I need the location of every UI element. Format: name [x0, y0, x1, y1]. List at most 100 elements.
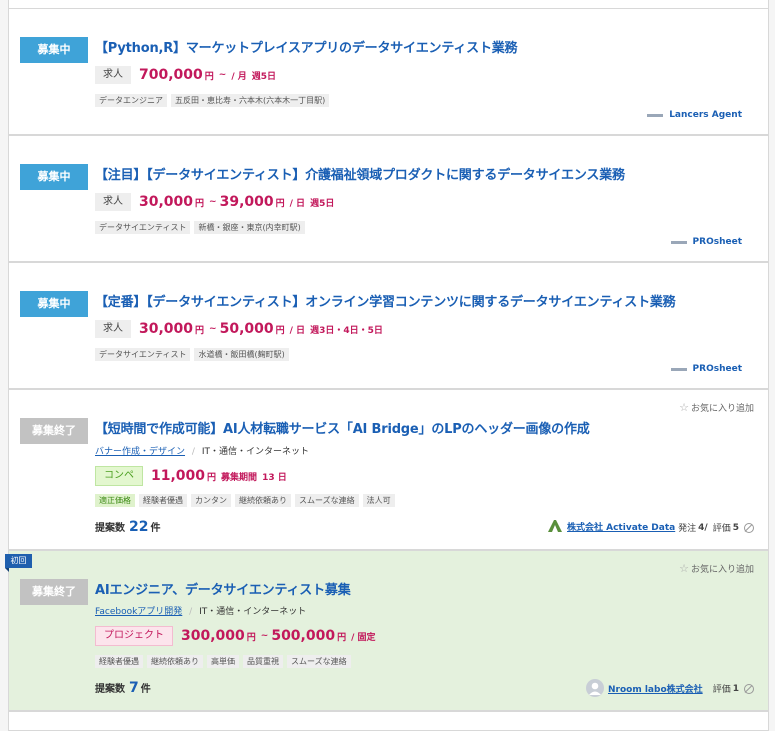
rating-label: 評価: [712, 524, 731, 534]
work-frequency: 週3日・4日・5日: [310, 325, 383, 336]
first-time-badge: 初回: [5, 554, 32, 572]
status-badge: 募集中: [20, 291, 88, 317]
tag: データサイエンティスト: [95, 348, 191, 361]
proposal-unit: 件: [140, 684, 151, 695]
client-name: PROsheet: [692, 237, 742, 247]
tag: スムーズな連絡: [295, 494, 359, 507]
client-name: PROsheet: [692, 364, 742, 374]
price-unit: 円: [246, 632, 256, 643]
job-card[interactable]: 募集中 【定番】【データサイエンティスト】オンライン学習コンテンツに関するデータ…: [8, 262, 769, 389]
price-unit: 円: [195, 198, 205, 209]
price-min: 11,000: [151, 468, 206, 484]
price-min: 300,000: [181, 628, 245, 644]
job-title-link[interactable]: 【Python,R】マーケットプレイスアプリのデータサイエンティスト業務: [95, 37, 518, 56]
period-label: 募集期間: [221, 472, 258, 483]
orders-label: 発注: [678, 524, 697, 534]
client-logo-icon: [670, 240, 687, 244]
category-link[interactable]: Facebookアプリ開発: [95, 607, 182, 617]
price-unit: 円: [204, 71, 214, 82]
rating-value: 5: [732, 522, 739, 533]
price-row: プロジェクト 300,000 円 ~ 500,000 円 / 固定: [95, 626, 379, 646]
rating-value: 1: [732, 683, 739, 694]
price-min: 700,000: [139, 67, 203, 83]
status-badge: 募集終了: [20, 579, 88, 605]
favorite-label: お気に入り追加: [690, 565, 754, 575]
company-logo-icon: [548, 520, 562, 532]
price-row: コンペ 11,000 円 募集期間 13 日: [95, 466, 290, 486]
price-type-badge: 求人: [95, 193, 131, 211]
tag: 法人可: [362, 494, 395, 507]
status-badge: 募集中: [20, 37, 88, 63]
price-min: 30,000: [139, 194, 194, 210]
client-name: Lancers Agent: [669, 110, 742, 120]
proposal-count: 提案数 22 件: [95, 519, 160, 535]
price-max: 50,000: [219, 321, 274, 337]
avatar-icon: [586, 679, 604, 697]
star-icon: ☆: [679, 401, 689, 414]
job-card[interactable]: ☆ お気に入り追加 募集終了 AIエンジニア、データサイエンティスト募集 Face…: [8, 550, 769, 711]
job-title-link[interactable]: 【定番】【データサイエンティスト】オンライン学習コンテンツに関するデータサイエン…: [95, 291, 676, 310]
job-card[interactable]: ☆ お気に入り追加 募集終了 【短時間で作成可能】AI人材転職サービス「AI Br…: [8, 389, 769, 550]
industry-label: IT・通信・インターネット: [201, 447, 309, 457]
proposal-unit: 件: [150, 523, 161, 534]
period-value: 13 日: [262, 472, 287, 483]
client-stats: 評価 1: [713, 682, 754, 695]
company-name-link[interactable]: 株式会社 Activate Data: [567, 520, 675, 533]
orders-count: 4/: [698, 522, 708, 533]
category-link[interactable]: バナー作成・デザイン: [95, 447, 185, 457]
company-name-link[interactable]: Nroom labo株式会社: [608, 682, 703, 695]
tag: 経験者優遇: [95, 655, 143, 668]
block-icon[interactable]: [744, 683, 754, 694]
tag: 継続依頼あり: [235, 494, 291, 507]
block-icon[interactable]: [744, 522, 754, 533]
price-period: / 日: [289, 325, 306, 336]
tag: 高単価: [207, 655, 239, 668]
job-title-link[interactable]: 【短時間で作成可能】AI人材転職サービス「AI Bridge」のLPのヘッダー画…: [95, 418, 590, 437]
industry-label: IT・通信・インターネット: [199, 607, 307, 617]
price-separator: ~: [260, 631, 269, 641]
price-row: 求人 30,000 円 ~ 39,000 円 / 日 週5日: [95, 193, 337, 211]
price-type-badge: 求人: [95, 320, 131, 338]
status-badge: 募集終了: [20, 418, 88, 444]
rating-label: 評価: [712, 685, 731, 695]
company-info[interactable]: Nroom labo株式会社: [586, 679, 703, 697]
tag: スムーズな連絡: [287, 655, 351, 668]
price-unit: 円: [275, 325, 285, 336]
favorite-label: お気に入り追加: [690, 404, 754, 414]
job-card[interactable]: 募集中 【Python,R】マーケットプレイスアプリのデータサイエンティスト業務…: [8, 8, 769, 135]
price-type-badge: コンペ: [95, 466, 143, 486]
proposal-label: 提案数: [95, 523, 125, 534]
proposal-count: 提案数 7 件: [95, 680, 151, 696]
tag-list: データサイエンティスト 水道橋・飯田橋(麹町駅): [95, 348, 293, 361]
price-separator: ~: [218, 70, 227, 80]
work-frequency: 週5日: [251, 71, 277, 82]
price-period: / 日: [289, 198, 306, 209]
job-title-link[interactable]: AIエンジニア、データサイエンティスト募集: [95, 579, 351, 598]
price-unit: 円: [195, 325, 205, 336]
price-row: 求人 700,000 円 ~ / 月 週5日: [95, 66, 279, 84]
tag-list: データサイエンティスト 新橋・銀座・東京(内幸町駅): [95, 221, 309, 234]
client-logo[interactable]: PROsheet: [670, 237, 742, 247]
tag: データサイエンティスト: [95, 221, 191, 234]
category-row: バナー作成・デザイン / IT・通信・インターネット: [95, 444, 309, 457]
price-type-badge: 求人: [95, 66, 131, 84]
company-info[interactable]: 株式会社 Activate Data: [547, 519, 675, 533]
tag-list: 経験者優遇 継続依頼あり 高単価 品質重視 スムーズな連絡: [95, 655, 355, 668]
status-badge: 募集中: [20, 164, 88, 190]
category-separator: /: [189, 607, 193, 617]
tag: 新橋・銀座・東京(内幸町駅): [194, 221, 305, 234]
favorite-button[interactable]: ☆ お気に入り追加: [679, 401, 754, 414]
job-card[interactable]: 募集中 【注目】【データサイエンティスト】介護福祉領域プロダクトに関するデータサ…: [8, 135, 769, 262]
tag: カンタン: [191, 494, 231, 507]
tag: 品質重視: [243, 655, 283, 668]
client-logo[interactable]: Lancers Agent: [647, 110, 742, 120]
client-logo[interactable]: PROsheet: [670, 364, 742, 374]
favorite-button[interactable]: ☆ お気に入り追加: [679, 562, 754, 575]
price-type-badge: プロジェクト: [95, 626, 173, 646]
star-icon: ☆: [679, 562, 689, 575]
price-min: 30,000: [139, 321, 194, 337]
price-separator: ~: [209, 324, 217, 334]
tag: 経験者優遇: [139, 494, 187, 507]
job-title-link[interactable]: 【注目】【データサイエンティスト】介護福祉領域プロダクトに関するデータサイエンス…: [95, 164, 625, 183]
job-card-partial: [8, 711, 769, 731]
